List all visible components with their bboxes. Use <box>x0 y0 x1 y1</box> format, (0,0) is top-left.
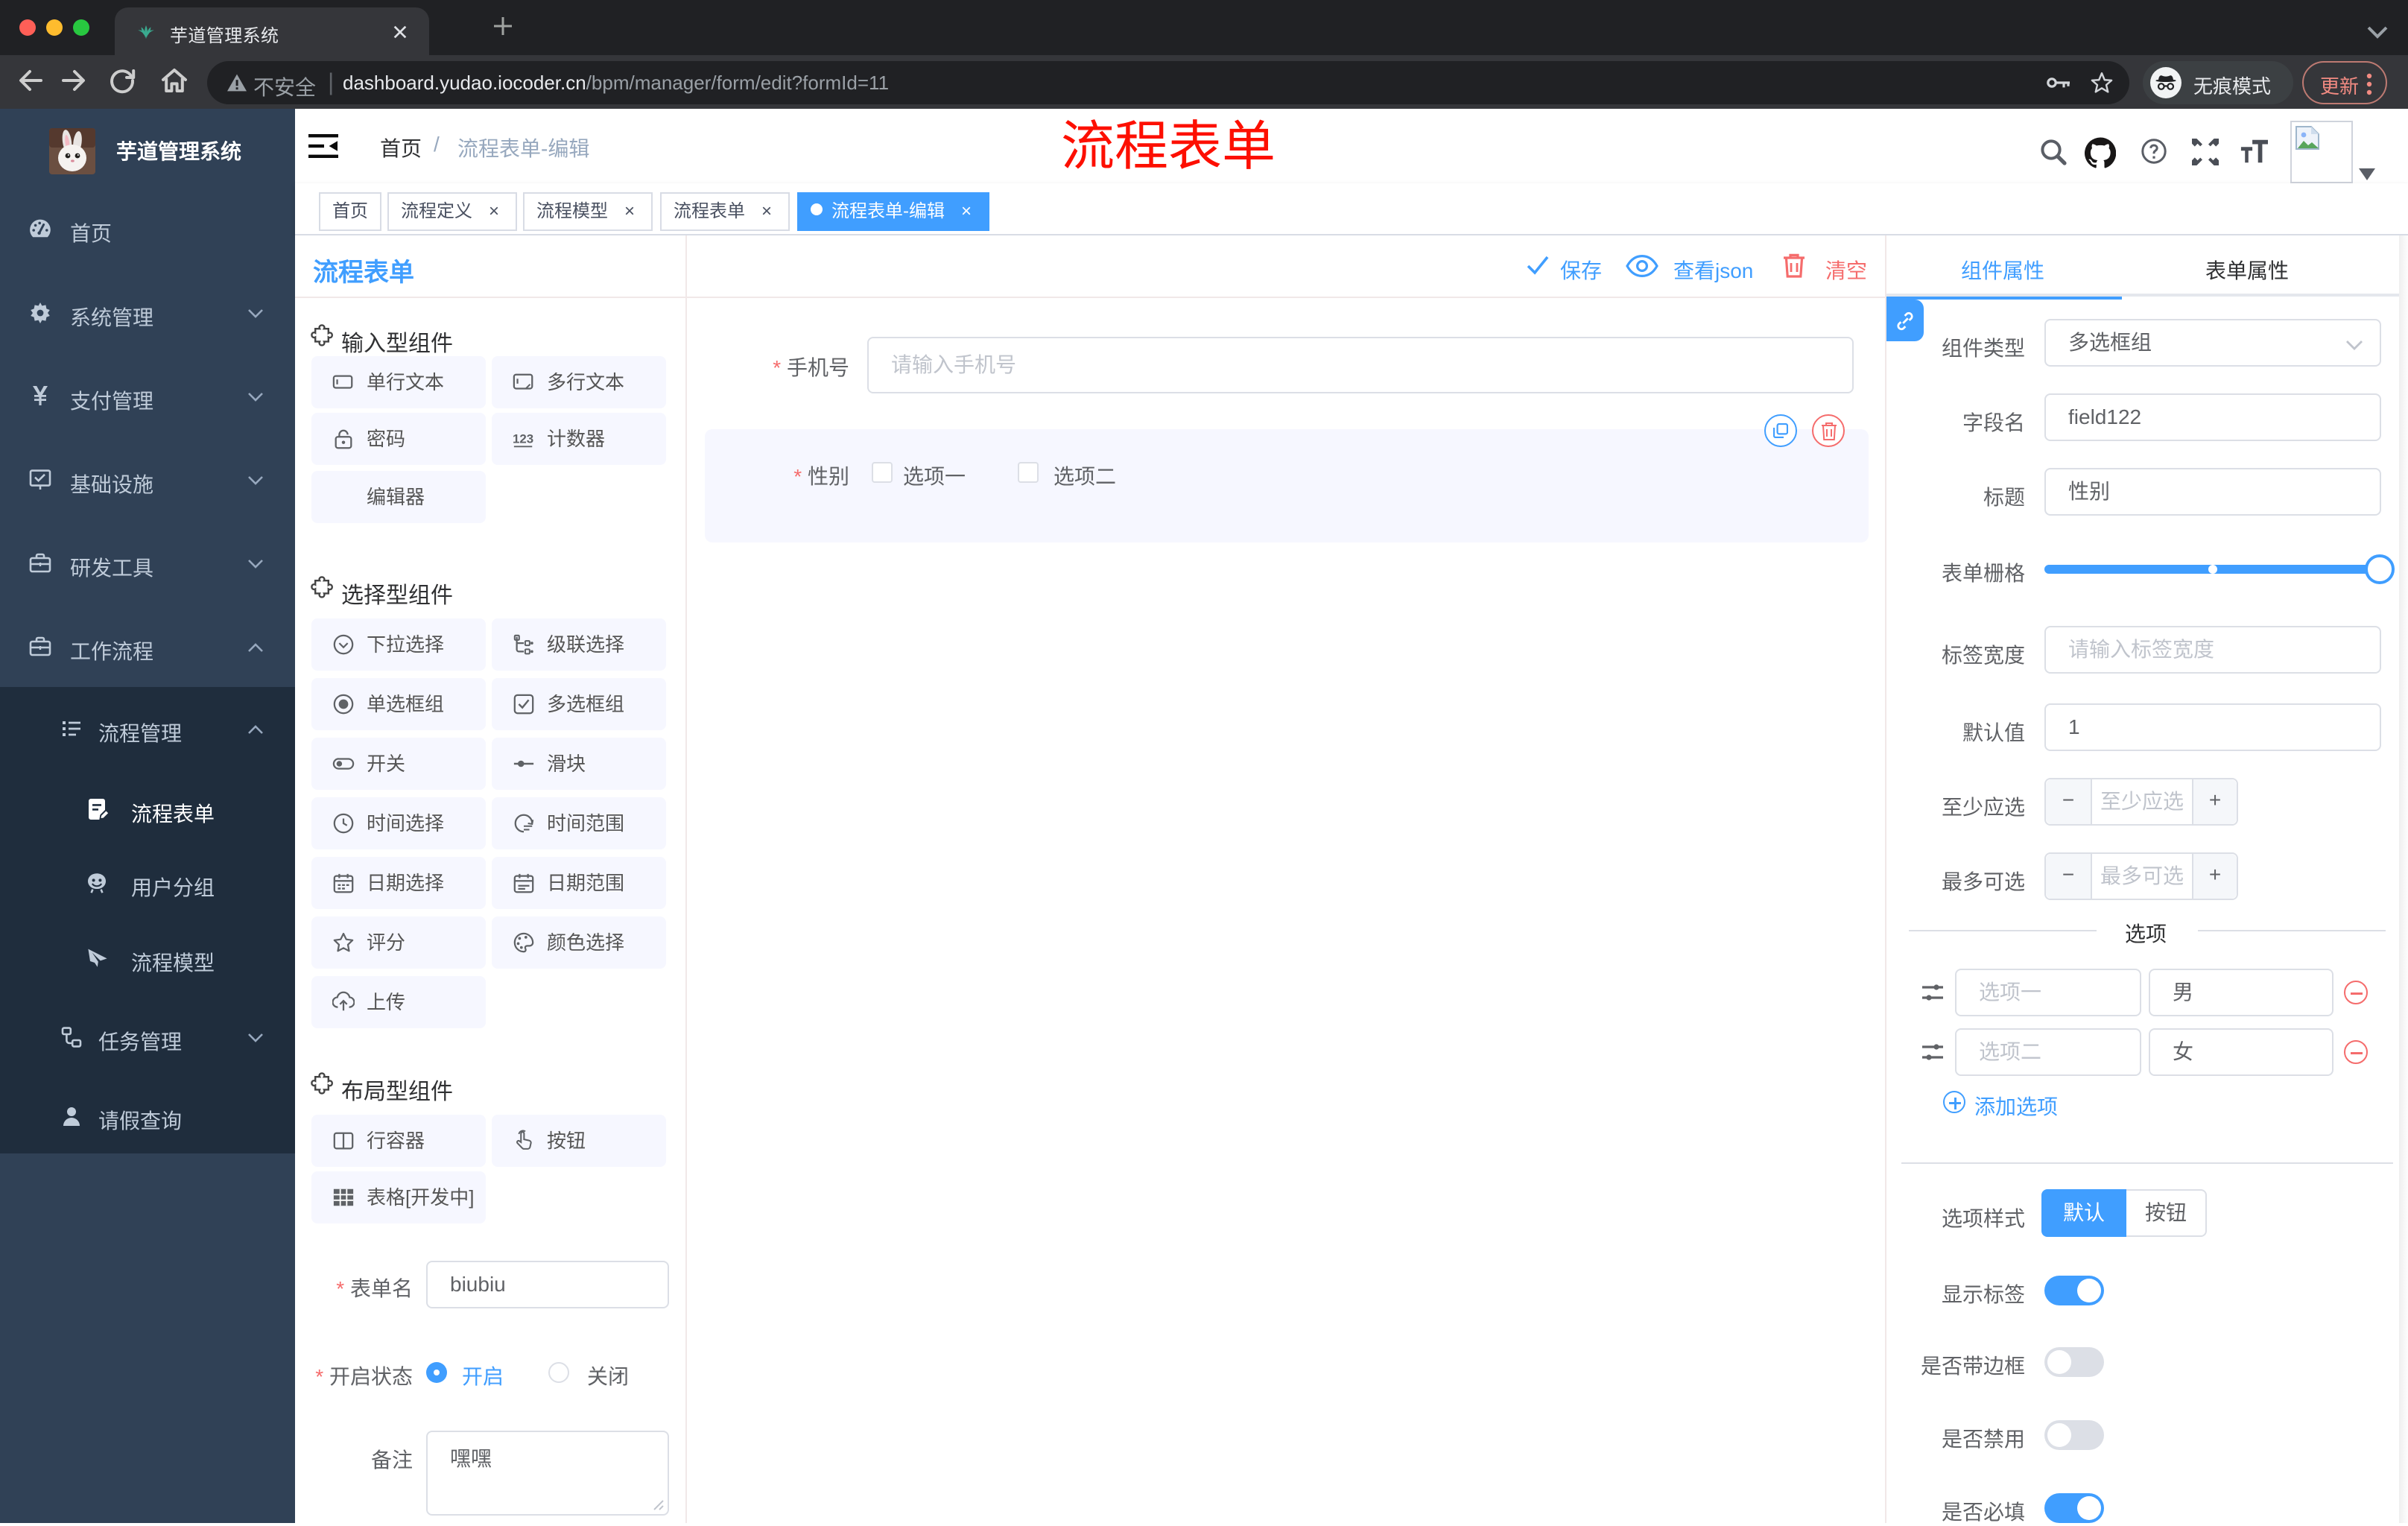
svg-text:123: 123 <box>513 432 533 446</box>
